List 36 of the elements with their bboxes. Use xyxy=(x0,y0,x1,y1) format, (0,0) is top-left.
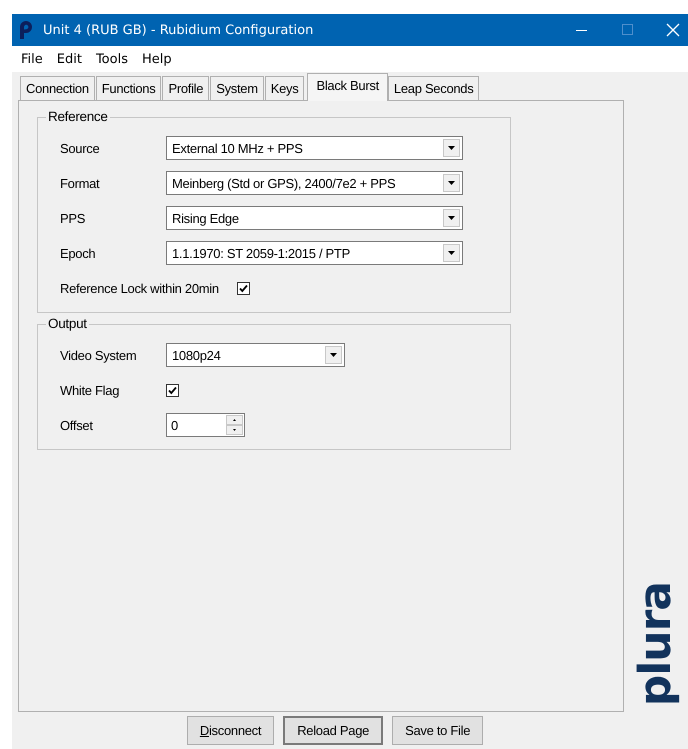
tab[interactable]: System xyxy=(210,76,264,100)
dropdown[interactable]: Rising Edge xyxy=(166,206,463,230)
button[interactable]: Save to File xyxy=(392,716,484,745)
field-label: Video System xyxy=(60,348,138,362)
spinner-arrows-icon xyxy=(226,415,243,435)
field-label: White Flag xyxy=(60,382,120,398)
dropdown[interactable]: 1.1.1970: ST 2059-1:2015 / PTP xyxy=(166,241,463,265)
tab[interactable]: Functions xyxy=(96,76,162,100)
tab[interactable]: Profile xyxy=(162,76,210,100)
tab[interactable]: Keys xyxy=(264,76,304,100)
dropdown[interactable]: 1080p24 xyxy=(166,343,345,367)
field-label: Reference Lock within 20min xyxy=(60,280,219,296)
field-label: Format xyxy=(60,176,100,190)
app-icon xyxy=(18,21,34,39)
button[interactable]: Disconnect xyxy=(186,716,274,745)
dropdown[interactable]: Meinberg (Std or GPS), 2400/7e2 + PPS xyxy=(166,171,463,195)
tab[interactable]: Connection xyxy=(20,76,95,100)
dropdown[interactable]: External 10 MHz + PPS xyxy=(166,136,463,160)
checkbox[interactable] xyxy=(166,384,179,396)
menu-item[interactable]: File xyxy=(14,52,50,66)
group-title: Output xyxy=(46,316,89,331)
window-title: Unit 4 (RUB GB) - Rubidium Configuration xyxy=(43,22,314,38)
field-label: Offset xyxy=(60,418,94,432)
field-label: Source xyxy=(60,140,100,156)
tab[interactable]: Black Burst xyxy=(307,73,388,101)
menu-item[interactable]: Tools xyxy=(88,52,135,66)
field-label: Epoch xyxy=(60,246,96,260)
menu-item[interactable]: Edit xyxy=(50,52,89,66)
tab[interactable]: Leap Seconds xyxy=(388,76,480,100)
number-spinner[interactable]: 0 xyxy=(166,413,245,437)
menu-item[interactable]: Help xyxy=(134,52,179,66)
button[interactable]: Reload Page xyxy=(283,716,384,745)
group-title: Reference xyxy=(46,109,110,124)
checkbox[interactable] xyxy=(236,282,250,294)
field-label: PPS xyxy=(60,210,86,226)
logo-text: plura xyxy=(634,582,678,706)
